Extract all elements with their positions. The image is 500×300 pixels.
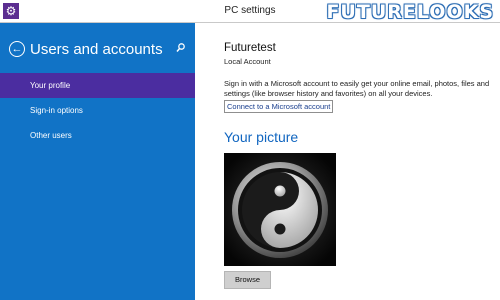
account-name: Futuretest <box>224 42 276 54</box>
sidebar-item-label: Your profile <box>30 81 71 90</box>
back-arrow-icon[interactable]: ← <box>9 41 25 57</box>
browse-button[interactable]: Browse <box>224 271 271 289</box>
sidebar-item-sign-in-options[interactable]: Sign-in options <box>0 98 195 123</box>
signin-description: Sign in with a Microsoft account to easi… <box>224 79 490 98</box>
yin-yang-icon <box>224 153 336 266</box>
sidebar-item-label: Other users <box>30 131 72 140</box>
sidebar-item-your-profile[interactable]: Your profile <box>0 73 195 98</box>
main-content: Futuretest Local Account Sign in with a … <box>195 23 500 300</box>
connect-microsoft-account-link[interactable]: Connect to a Microsoft account <box>224 100 334 113</box>
profile-picture <box>224 153 336 266</box>
sidebar: ← Users and accounts Your profile Sign-i… <box>0 23 195 300</box>
search-icon[interactable] <box>176 43 185 56</box>
sidebar-item-label: Sign-in options <box>30 106 83 115</box>
title-bar: ⚙ PC settings FUTURELOOKS <box>0 0 500 23</box>
search-icon-glyph <box>176 43 185 52</box>
watermark-logo: FUTURELOOKS <box>326 1 494 23</box>
account-type: Local Account <box>224 57 271 66</box>
your-picture-heading: Your picture <box>224 129 299 145</box>
sidebar-item-other-users[interactable]: Other users <box>0 123 195 148</box>
sidebar-title: Users and accounts <box>30 41 163 58</box>
